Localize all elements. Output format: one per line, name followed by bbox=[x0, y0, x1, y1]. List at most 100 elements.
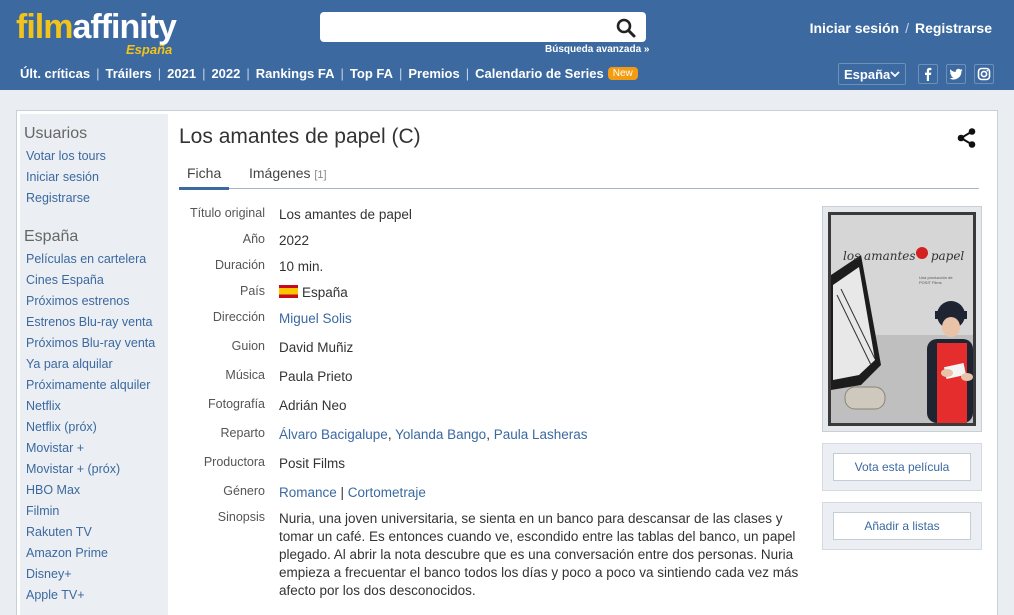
sidebar-item-netflix-prox[interactable]: Netflix (próx) bbox=[26, 420, 97, 434]
sidebar-item-proximamente-alquiler[interactable]: Próximamente alquiler bbox=[26, 378, 150, 392]
country-select-value: España bbox=[844, 67, 891, 82]
add-to-list-button[interactable]: Añadir a listas bbox=[833, 512, 971, 540]
sidebar-item-movistar-prox[interactable]: Movistar + (próx) bbox=[26, 462, 120, 476]
sidebar-item-peliculas-cartelera[interactable]: Películas en cartelera bbox=[26, 252, 146, 266]
facebook-link[interactable] bbox=[918, 64, 938, 84]
poster-title-left: los amantes bbox=[843, 249, 916, 263]
label-productora: Productora bbox=[203, 455, 265, 469]
twitter-link[interactable] bbox=[946, 64, 966, 84]
value-fotografia: Adrián Neo bbox=[279, 398, 347, 413]
register-link[interactable]: Registrarse bbox=[915, 20, 992, 36]
value-duracion: 10 min. bbox=[279, 259, 324, 274]
poster-subtitle: Una producción de POSIT Films bbox=[919, 275, 953, 285]
tab-imagenes[interactable]: Imágenes [1] bbox=[249, 165, 327, 181]
logo-country: España bbox=[126, 42, 173, 57]
sidebar-item-amazon-prime[interactable]: Amazon Prime bbox=[26, 546, 108, 560]
share-icon[interactable] bbox=[956, 127, 978, 149]
sidebar-item-filmin[interactable]: Filmin bbox=[26, 504, 59, 518]
cast-link-1[interactable]: Álvaro Bacigalupe bbox=[279, 427, 388, 442]
nav-trailers[interactable]: Tráilers bbox=[105, 66, 151, 81]
content-frame: Usuarios Votar los tours Iniciar sesión … bbox=[16, 110, 998, 615]
search-icon[interactable] bbox=[616, 18, 636, 38]
tab-imagenes-label: Imágenes bbox=[249, 165, 311, 181]
cast-link-2[interactable]: Yolanda Bango bbox=[395, 427, 486, 442]
nav-2022[interactable]: 2022 bbox=[211, 66, 240, 81]
auth-links: Iniciar sesión / Registrarse bbox=[810, 20, 992, 36]
sidebar: Usuarios Votar los tours Iniciar sesión … bbox=[20, 114, 168, 615]
sidebar-item-estrenos-bluray[interactable]: Estrenos Blu-ray venta bbox=[26, 315, 152, 329]
page-title: Los amantes de papel (C) bbox=[179, 125, 421, 148]
value-pais: España bbox=[279, 284, 804, 302]
chevron-down-icon bbox=[890, 71, 900, 78]
sidebar-item-disney[interactable]: Disney+ bbox=[26, 567, 72, 581]
label-genero: Género bbox=[223, 484, 265, 498]
value-titulo-original: Los amantes de papel bbox=[279, 207, 412, 222]
tab-imagenes-count: [1] bbox=[314, 169, 327, 181]
auth-separator: / bbox=[905, 20, 909, 36]
sidebar-heading-usuarios: Usuarios bbox=[24, 125, 88, 142]
nav-2021[interactable]: 2021 bbox=[167, 66, 196, 81]
genre-link-cortometraje[interactable]: Cortometraje bbox=[348, 485, 426, 500]
vote-button[interactable]: Vota esta película bbox=[833, 453, 971, 481]
cast-link-3[interactable]: Paula Lasheras bbox=[494, 427, 588, 442]
label-direccion: Dirección bbox=[212, 310, 265, 324]
sidebar-item-iniciar-sesion[interactable]: Iniciar sesión bbox=[26, 170, 99, 184]
value-genero: Romance | Cortometraje bbox=[279, 485, 426, 500]
value-sinopsis: Nuria, una joven universitaria, se sient… bbox=[279, 511, 799, 598]
label-guion: Guion bbox=[231, 339, 265, 353]
sidebar-item-rakuten[interactable]: Rakuten TV bbox=[26, 525, 92, 539]
logo-film: film bbox=[16, 8, 73, 46]
logo-affinity: affinity bbox=[72, 8, 176, 46]
genre-link-romance[interactable]: Romance bbox=[279, 485, 337, 500]
nav-calendario-series[interactable]: Calendario de Series bbox=[475, 66, 604, 81]
value-guion: David Muñiz bbox=[279, 340, 354, 355]
sidebar-item-netflix[interactable]: Netflix bbox=[26, 399, 61, 413]
sidebar-item-cines-espana[interactable]: Cines España bbox=[26, 273, 104, 287]
spain-flag-icon bbox=[279, 285, 298, 298]
value-reparto: Álvaro Bacigalupe, Yolanda Bango, Paula … bbox=[279, 427, 588, 442]
login-link[interactable]: Iniciar sesión bbox=[810, 20, 899, 36]
value-anio: 2022 bbox=[279, 233, 310, 248]
nav-ult-criticas[interactable]: Últ. críticas bbox=[20, 66, 90, 81]
vote-box: Vota esta película bbox=[822, 443, 982, 491]
label-pais: País bbox=[239, 284, 265, 298]
filmaffinity-logo[interactable]: filmaffinity España bbox=[16, 8, 206, 58]
sidebar-item-ya-alquilar[interactable]: Ya para alquilar bbox=[26, 357, 113, 371]
sidebar-item-proximos-estrenos[interactable]: Próximos estrenos bbox=[26, 294, 130, 308]
director-link[interactable]: Miguel Solis bbox=[279, 311, 352, 326]
main-nav: Últ. críticas | Tráilers | 2021 | 2022 | Ran… bbox=[20, 66, 638, 81]
sidebar-item-movistar[interactable]: Movistar + bbox=[26, 441, 84, 455]
tabs: Ficha Imágenes [1] bbox=[179, 157, 979, 190]
value-productora: Posit Films bbox=[279, 456, 346, 471]
instagram-link[interactable] bbox=[974, 64, 994, 84]
nav-rankings-fa[interactable]: Rankings FA bbox=[256, 66, 335, 81]
facebook-icon bbox=[925, 67, 932, 81]
label-titulo-original: Título original bbox=[189, 206, 265, 220]
header-bar: filmaffinity España Búsqueda avanzada » … bbox=[0, 0, 1014, 90]
poster-frame: los amantes papel Una producción de POSI… bbox=[822, 206, 982, 432]
sidebar-item-registrarse[interactable]: Registrarse bbox=[26, 191, 90, 205]
country-select[interactable]: España bbox=[838, 63, 906, 85]
advanced-search-link[interactable]: Búsqueda avanzada » bbox=[545, 44, 649, 55]
tab-ficha[interactable]: Ficha bbox=[179, 165, 230, 190]
sidebar-item-proximos-bluray[interactable]: Próximos Blu-ray venta bbox=[26, 336, 155, 350]
search-input[interactable] bbox=[328, 17, 598, 37]
poster-title: los amantes papel bbox=[843, 249, 964, 263]
sidebar-item-votar-tours[interactable]: Votar los tours bbox=[26, 149, 106, 163]
sidebar-heading-espana: España bbox=[24, 228, 79, 245]
sidebar-item-hbo-max[interactable]: HBO Max bbox=[26, 483, 80, 497]
label-reparto: Reparto bbox=[220, 426, 265, 440]
value-direccion: Miguel Solis bbox=[279, 310, 804, 328]
nav-top-fa[interactable]: Top FA bbox=[350, 66, 393, 81]
label-sinopsis: Sinopsis bbox=[217, 510, 265, 524]
poster-title-right: papel bbox=[930, 249, 965, 263]
poster-artwork bbox=[831, 215, 973, 423]
value-musica: Paula Prieto bbox=[279, 369, 353, 384]
sidebar-item-apple-tv[interactable]: Apple TV+ bbox=[26, 588, 85, 602]
label-anio: Año bbox=[242, 232, 265, 246]
movie-poster[interactable]: los amantes papel Una producción de POSI… bbox=[828, 212, 976, 426]
label-musica: Música bbox=[225, 368, 265, 382]
label-fotografia: Fotografía bbox=[208, 397, 265, 411]
add-list-box: Añadir a listas bbox=[822, 502, 982, 550]
nav-premios[interactable]: Premios bbox=[408, 66, 459, 81]
